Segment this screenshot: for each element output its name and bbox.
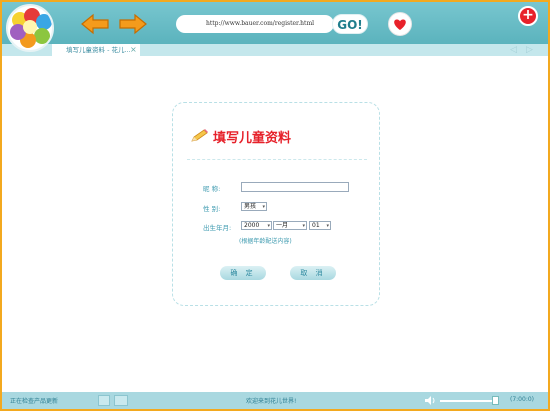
status-button-2[interactable] xyxy=(114,395,128,406)
day-value: 01 xyxy=(312,222,320,229)
day-select[interactable]: 01 ▾ xyxy=(309,221,331,230)
tab-close-icon[interactable]: × xyxy=(130,44,137,56)
browser-window: http://www.bauer.com/register.html GO! +… xyxy=(2,2,548,409)
volume-track[interactable] xyxy=(440,400,498,402)
chevron-down-icon: ▾ xyxy=(262,204,265,210)
form-title: 填写儿童资料 xyxy=(213,131,292,146)
toolbar: http://www.bauer.com/register.html GO! + xyxy=(2,2,548,52)
gender-select[interactable]: 男孩 ▾ xyxy=(241,202,267,211)
address-input[interactable]: http://www.bauer.com/register.html xyxy=(176,15,334,33)
close-icon: + xyxy=(522,7,534,23)
gender-label: 性 别: xyxy=(203,205,221,213)
chevron-down-icon: ▾ xyxy=(267,223,270,229)
tab-prev-icon[interactable]: ◁ xyxy=(510,45,517,55)
status-button-1[interactable] xyxy=(98,395,110,406)
child-info-form: 填写儿童资料 昵 称: 性 别: 男孩 ▾ 出生年月: 2000 ▾ 一月 ▾ … xyxy=(172,102,380,306)
close-button[interactable]: + xyxy=(518,6,538,26)
status-bar: 正在检查产品更新 欢迎来到花儿世界! (7:00:0) xyxy=(2,392,548,409)
forward-arrow-icon[interactable] xyxy=(118,13,148,35)
go-button[interactable]: GO! xyxy=(332,14,368,34)
month-select[interactable]: 一月 ▾ xyxy=(273,221,307,230)
birthday-label: 出生年月: xyxy=(203,224,232,232)
divider xyxy=(187,159,367,160)
welcome-text: 欢迎来到花儿世界! xyxy=(246,398,297,405)
time-display: (7:00:0) xyxy=(510,396,534,403)
tab-strip: 填写儿童资料 - 花儿... × ◁ ▷ xyxy=(2,44,548,56)
gender-value: 男孩 xyxy=(244,203,257,210)
nickname-label: 昵 称: xyxy=(203,185,221,193)
confirm-button[interactable]: 确 定 xyxy=(220,266,266,280)
update-status: 正在检查产品更新 xyxy=(10,398,59,405)
nickname-input[interactable] xyxy=(241,182,349,192)
favorite-button[interactable] xyxy=(388,12,412,36)
tab-register[interactable]: 填写儿童资料 - 花儿... × xyxy=(52,44,140,56)
chevron-down-icon: ▾ xyxy=(302,223,305,229)
chevron-down-icon: ▾ xyxy=(326,223,329,229)
tab-label: 填写儿童资料 - 花儿... xyxy=(66,46,131,54)
flower-logo xyxy=(6,4,54,52)
age-hint: (根据年龄配送内容) xyxy=(239,238,292,245)
year-select[interactable]: 2000 ▾ xyxy=(241,221,272,230)
volume-slider-handle[interactable] xyxy=(492,396,499,405)
year-value: 2000 xyxy=(244,222,260,229)
tab-next-icon[interactable]: ▷ xyxy=(526,45,533,55)
back-arrow-icon[interactable] xyxy=(80,13,110,35)
cancel-button[interactable]: 取 消 xyxy=(290,266,336,280)
speaker-icon[interactable] xyxy=(424,395,436,406)
pencil-icon xyxy=(191,129,208,142)
month-value: 一月 xyxy=(276,222,289,229)
heart-icon xyxy=(394,19,406,30)
